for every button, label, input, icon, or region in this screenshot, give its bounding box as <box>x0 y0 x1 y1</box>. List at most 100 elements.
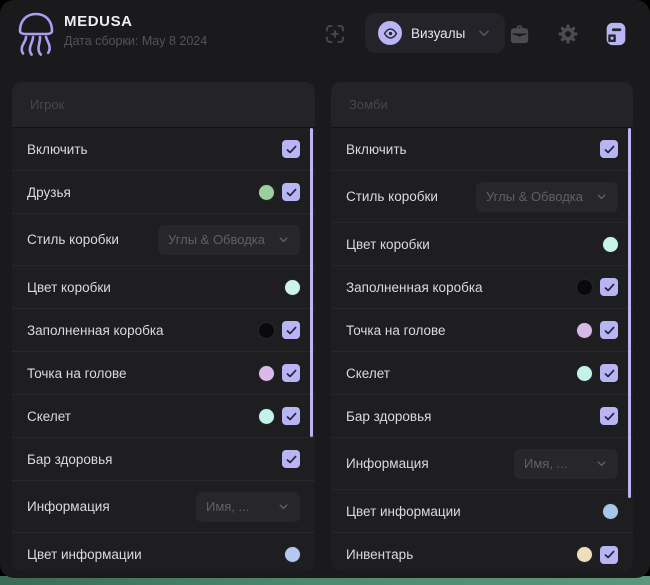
briefcase-icon[interactable] <box>506 21 532 47</box>
settings-row: Цвет коробки <box>331 223 633 266</box>
category-dropdown[interactable]: Визуалы <box>365 13 505 53</box>
row-controls <box>600 140 618 158</box>
panel-title: Игрок <box>30 97 64 112</box>
settings-row: Информация Имя, ... <box>12 481 315 533</box>
color-swatch[interactable] <box>577 280 592 295</box>
checkbox[interactable] <box>600 546 618 564</box>
config-list-icon[interactable] <box>601 19 631 49</box>
settings-row: Цвет коробки <box>12 266 315 309</box>
dropdown-value: Углы & Обводка <box>168 232 265 247</box>
row-controls <box>577 278 618 296</box>
row-controls: Углы & Обводка <box>476 182 618 212</box>
check-icon <box>285 324 298 337</box>
header: MEDUSA Дата сборки: May 8 2024 Визуалы <box>0 0 650 66</box>
panel-title: Зомби <box>349 97 388 112</box>
color-swatch[interactable] <box>259 323 274 338</box>
check-icon <box>603 410 616 423</box>
settings-row: Информация Имя, ... <box>331 438 633 490</box>
check-icon <box>285 143 298 156</box>
row-controls <box>600 407 618 425</box>
row-label: Включить <box>346 142 407 157</box>
chevron-down-icon <box>277 500 290 513</box>
checkbox[interactable] <box>282 321 300 339</box>
color-swatch[interactable] <box>577 547 592 562</box>
title-block: MEDUSA Дата сборки: May 8 2024 <box>64 13 207 48</box>
settings-row: Цвет информации <box>331 490 633 533</box>
settings-row: Бар здоровья <box>12 438 315 481</box>
checkbox[interactable] <box>282 183 300 201</box>
gear-icon[interactable] <box>555 21 581 47</box>
color-swatch[interactable] <box>259 409 274 424</box>
checkbox[interactable] <box>282 364 300 382</box>
color-swatch[interactable] <box>285 547 300 562</box>
chevron-down-icon <box>476 25 492 41</box>
row-label: Цвет информации <box>346 504 461 519</box>
jellyfish-icon <box>13 9 59 59</box>
row-controls <box>603 504 618 519</box>
row-controls <box>577 321 618 339</box>
row-label: Заполненная коробка <box>27 323 164 338</box>
row-controls <box>282 450 300 468</box>
row-label: Включить <box>27 142 88 157</box>
row-label: Стиль коробки <box>346 189 438 204</box>
checkbox[interactable] <box>282 407 300 425</box>
settings-row: Цвет информации <box>12 533 315 571</box>
color-swatch[interactable] <box>259 185 274 200</box>
chevron-down-icon <box>595 190 608 203</box>
dropdown[interactable]: Имя, ... <box>196 492 300 522</box>
row-label: Инвентарь <box>346 547 413 562</box>
medusa-window: MEDUSA Дата сборки: May 8 2024 Визуалы <box>0 0 650 578</box>
scrollbar[interactable] <box>628 128 631 498</box>
checkbox[interactable] <box>600 364 618 382</box>
checkbox[interactable] <box>600 321 618 339</box>
row-controls <box>282 140 300 158</box>
panel-player: Игрок Включить Друзья Стиль коробкиУглы & … <box>12 82 315 571</box>
scrollbar[interactable] <box>310 128 313 437</box>
dropdown-value: Имя, ... <box>524 456 567 471</box>
row-controls <box>603 237 618 252</box>
row-label: Информация <box>346 456 429 471</box>
checkbox[interactable] <box>600 407 618 425</box>
chevron-down-icon <box>277 233 290 246</box>
row-label: Цвет информации <box>27 547 142 562</box>
dropdown[interactable]: Углы & Обводка <box>158 225 300 255</box>
checkbox[interactable] <box>600 140 618 158</box>
panel-body: Включить Стиль коробки Углы & Обводка Цвет … <box>331 128 633 571</box>
panel-body: Включить Друзья Стиль коробкиУглы & Обводк… <box>12 128 315 571</box>
row-controls <box>577 364 618 382</box>
settings-row: Стиль коробкиУглы & Обводка <box>12 214 315 266</box>
check-icon <box>285 186 298 199</box>
check-icon <box>285 453 298 466</box>
color-swatch[interactable] <box>603 237 618 252</box>
color-swatch[interactable] <box>577 323 592 338</box>
check-icon <box>603 548 616 561</box>
checkbox[interactable] <box>600 278 618 296</box>
dropdown-value: Имя, ... <box>206 499 249 514</box>
row-controls: Углы & Обводка <box>158 225 300 255</box>
row-controls <box>577 546 618 564</box>
row-controls <box>259 407 300 425</box>
color-swatch[interactable] <box>259 366 274 381</box>
row-label: Бар здоровья <box>27 452 112 467</box>
settings-row: Бар здоровья <box>331 395 633 438</box>
dropdown[interactable]: Углы & Обводка <box>476 182 618 212</box>
panel-header: Игрок <box>12 82 315 128</box>
settings-row: Скелет <box>331 352 633 395</box>
color-swatch[interactable] <box>603 504 618 519</box>
panel-zombie: Зомби Включить Стиль коробки Углы & Обводк… <box>331 82 633 571</box>
checkbox[interactable] <box>282 450 300 468</box>
row-controls <box>285 547 300 562</box>
checkbox[interactable] <box>282 140 300 158</box>
color-swatch[interactable] <box>285 280 300 295</box>
row-label: Друзья <box>27 185 71 200</box>
dropdown[interactable]: Имя, ... <box>514 449 618 479</box>
settings-row: Инвентарь <box>331 533 633 571</box>
row-label: Заполненная коробка <box>346 280 483 295</box>
row-label: Точка на голове <box>27 366 127 381</box>
color-swatch[interactable] <box>577 366 592 381</box>
row-controls <box>259 321 300 339</box>
row-label: Информация <box>27 499 110 514</box>
app-title: MEDUSA <box>64 13 207 30</box>
crosshair-icon[interactable] <box>322 21 348 47</box>
row-label: Цвет коробки <box>27 280 111 295</box>
